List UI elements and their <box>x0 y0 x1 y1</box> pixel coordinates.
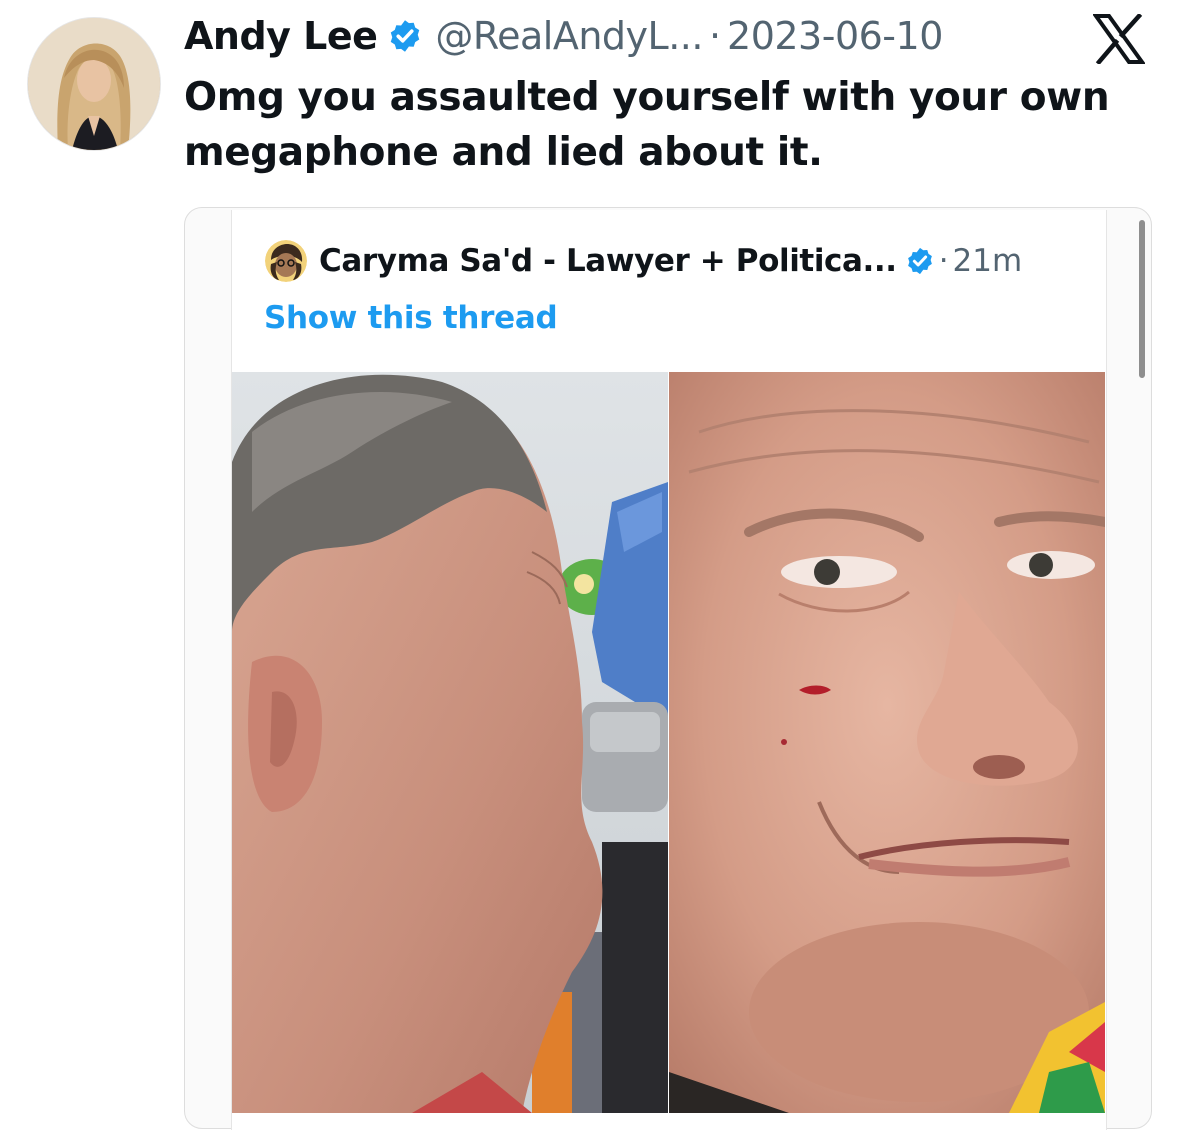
quoted-author-avatar[interactable] <box>265 240 307 282</box>
verified-badge-icon <box>391 20 420 52</box>
tweet-date[interactable]: 2023-06-10 <box>727 14 943 58</box>
show-thread-link[interactable]: Show this thread <box>264 300 558 336</box>
header-separator: · <box>708 14 722 58</box>
avatar-image <box>28 18 160 150</box>
scrollbar[interactable] <box>1139 220 1145 378</box>
quoted-author-name[interactable]: Caryma Sa'd - Lawyer + Politica... <box>319 243 897 279</box>
x-logo-icon[interactable] <box>1093 14 1145 64</box>
quoted-image-left[interactable] <box>232 372 668 1113</box>
tweet-text: Omg you assaulted yourself with your own… <box>184 75 1110 175</box>
quoted-separator: · <box>938 243 949 279</box>
author-handle[interactable]: @RealAndyL... <box>435 14 703 58</box>
quoted-verified-badge-icon <box>907 247 932 275</box>
quoted-tweet-time[interactable]: 21m <box>953 243 1023 279</box>
author-display-name[interactable]: Andy Lee <box>184 14 378 58</box>
quoted-tweet-header: Caryma Sa'd - Lawyer + Politica... · 21m <box>265 238 1022 284</box>
tweet-header: Andy Lee @RealAndyL... · 2023-06-10 <box>184 12 943 60</box>
quoted-image-right[interactable] <box>669 372 1105 1113</box>
author-avatar[interactable] <box>27 17 161 151</box>
